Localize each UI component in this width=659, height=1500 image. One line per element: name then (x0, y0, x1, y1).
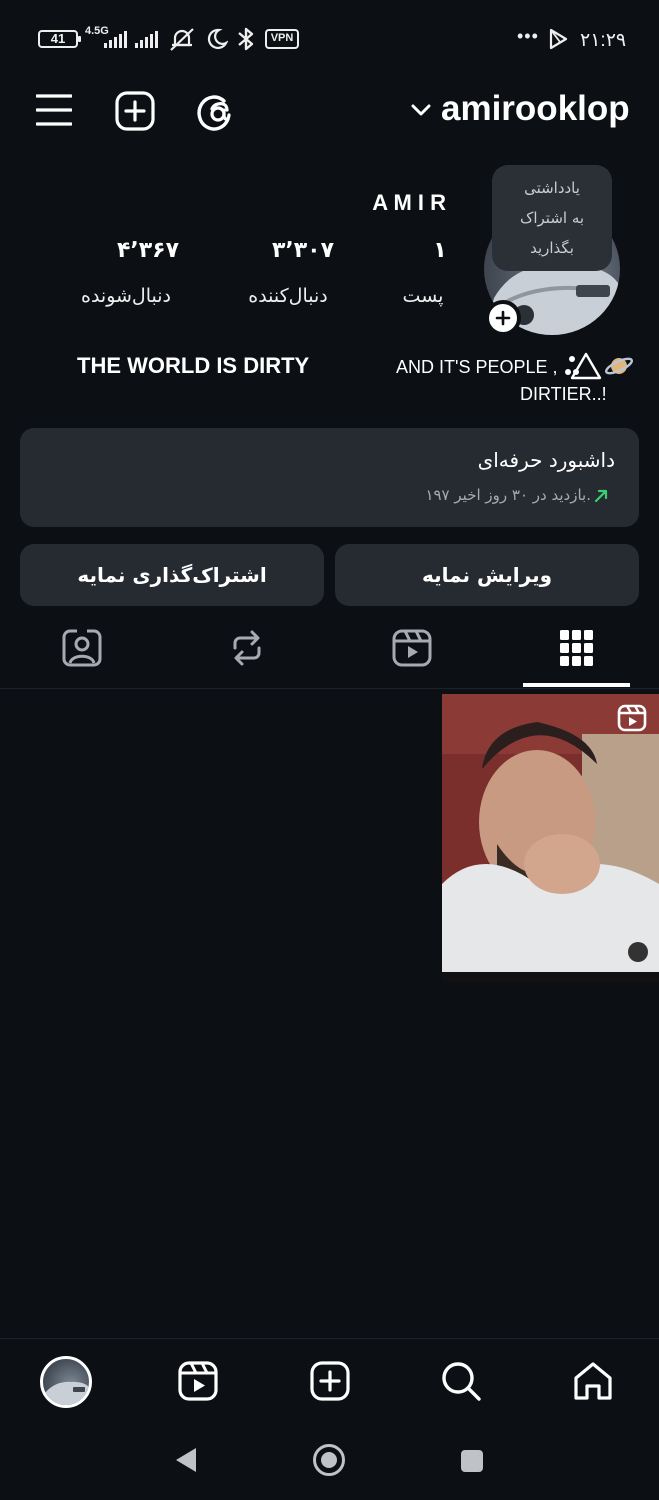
reel-icon (617, 704, 647, 736)
bio-right-line-1: AND IT'S PEOPLE , (396, 357, 558, 377)
avatar-icon (43, 1381, 89, 1405)
tab-grid[interactable] (560, 630, 593, 666)
system-recents-button[interactable] (460, 1449, 484, 1473)
professional-dashboard-card[interactable]: داشبورد حرفه‌ای ۱۹۷ بازدید در ۳۰ روز اخی… (20, 428, 639, 527)
status-time: ۲۱:۲۹ (580, 30, 627, 51)
recents-icon (461, 1450, 483, 1472)
tab-reposts[interactable] (229, 630, 265, 666)
bio-left: THE WORLD IS DIRTY (77, 353, 310, 378)
create-post-icon[interactable] (115, 91, 155, 131)
profile-username[interactable]: amirooklop (441, 89, 630, 129)
bio-right-line-2: DIRTIER..! (520, 384, 607, 404)
edit-profile-button[interactable]: ویرایش نمایه (335, 544, 639, 606)
post-thumbnail[interactable] (442, 694, 659, 982)
note-bubble[interactable]: یادداشتی به اشتراک بگذارید (492, 165, 612, 271)
bottom-nav-divider (0, 1338, 659, 1339)
trend-up-icon (594, 489, 608, 503)
stat-followers-label[interactable]: دنبال‌کننده (208, 285, 368, 307)
dashboard-title: داشبورد حرفه‌ای (477, 448, 615, 472)
status-more: ••• (517, 26, 539, 46)
reels-icon (392, 629, 432, 667)
note-line-2: به اشتراک (519, 209, 585, 227)
grid-icon (560, 630, 593, 666)
bio-emoji (560, 350, 602, 386)
tab-tagged[interactable] (62, 629, 102, 667)
battery-icon: 41 (38, 30, 81, 48)
note-line-3: بگذارید (530, 239, 574, 257)
menu-icon[interactable] (36, 93, 72, 127)
planet-icon (604, 351, 634, 385)
reposts-icon (233, 630, 261, 666)
stat-following-label[interactable]: دنبال‌شونده (46, 285, 206, 307)
bluetooth-icon (238, 27, 254, 51)
play-store-icon (549, 28, 568, 50)
home-icon (574, 1362, 612, 1400)
signal-icon (104, 31, 127, 48)
stat-posts-value: ۱ (433, 238, 447, 263)
dashboard-subtitle: ۱۹۷ بازدید در ۳۰ روز اخیر. (425, 486, 591, 504)
system-back-button[interactable] (174, 1446, 198, 1474)
do-not-disturb-icon (207, 28, 228, 50)
stat-followers-value: ۳٬۳۰۷ (271, 238, 335, 263)
create-icon (310, 1361, 350, 1401)
plus-icon (495, 310, 511, 326)
search-icon (442, 1362, 481, 1401)
signal-icon-2 (135, 31, 158, 48)
profile-name: A M I R (372, 190, 446, 215)
vpn-icon: VPN (265, 29, 299, 49)
share-profile-button[interactable]: اشتراک‌گذاری نمایه (20, 544, 324, 606)
vpn-label: VPN (270, 32, 294, 44)
status-bar: 41 4.5G VPN ••• ۲۱:۲۹ (0, 0, 659, 78)
reel-photo (442, 694, 659, 982)
triangle-icon (565, 352, 602, 380)
back-icon (176, 1448, 196, 1472)
system-home-button[interactable] (312, 1443, 346, 1477)
tab-active-indicator (523, 683, 630, 687)
tabs-divider (0, 688, 659, 689)
bottom-nav-search[interactable] (441, 1361, 481, 1401)
home-circle-icon (313, 1444, 345, 1476)
reels-icon (178, 1361, 218, 1401)
battery-level: 41 (50, 31, 66, 46)
bottom-nav-create[interactable] (310, 1361, 350, 1401)
stat-following-value: ۴٬۳۶۷ (116, 238, 180, 263)
chevron-down-icon[interactable] (411, 103, 431, 117)
note-line-1: یادداشتی (524, 179, 580, 197)
bottom-nav-home[interactable] (573, 1361, 613, 1401)
threads-icon[interactable] (196, 91, 234, 131)
tagged-icon (62, 629, 102, 667)
bottom-nav-profile[interactable] (40, 1356, 92, 1408)
mute-icon (170, 28, 194, 51)
tab-reels[interactable] (392, 629, 432, 667)
bottom-nav-reels[interactable] (178, 1361, 218, 1401)
